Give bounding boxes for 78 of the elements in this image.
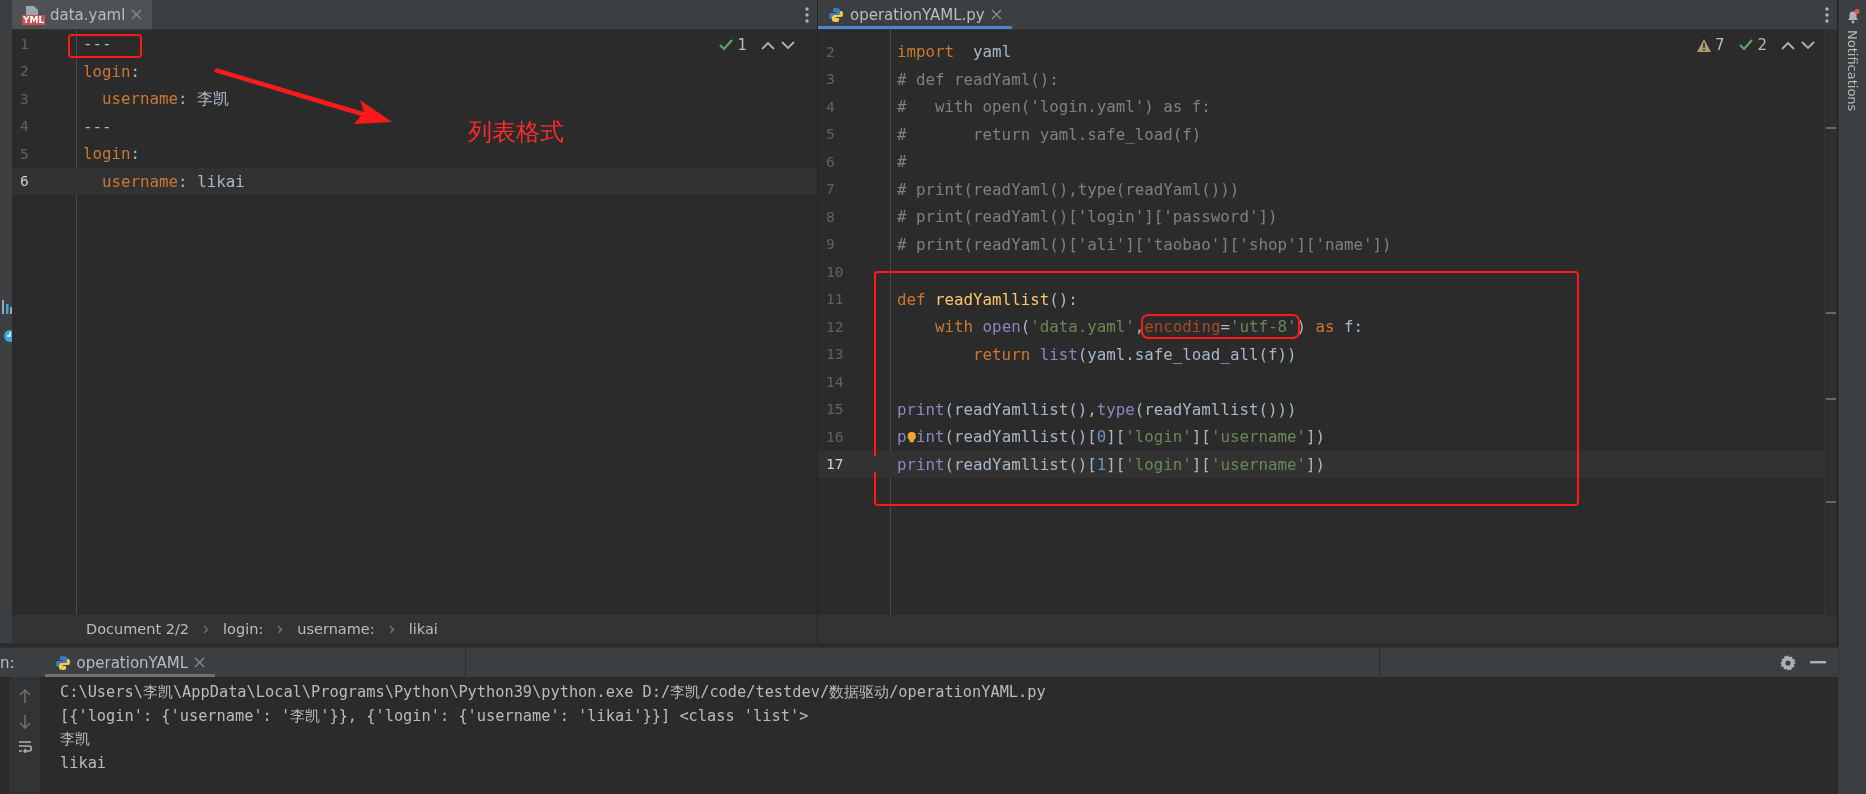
code-line: print(readYamllist(),type(readYamllist())) xyxy=(897,398,1297,421)
inspection-count[interactable]: 1 xyxy=(737,36,747,54)
line-number: 14 xyxy=(825,373,845,390)
up-arrow-icon[interactable] xyxy=(19,689,31,703)
code-line: # print(readYaml(),type(readYaml())) xyxy=(897,178,1240,201)
settings-icon[interactable] xyxy=(1780,654,1796,671)
check-icon xyxy=(1738,37,1755,53)
code-line: login: xyxy=(83,143,141,165)
code-line: with open('data.yaml',encoding='utf-8') as f: xyxy=(897,313,1364,341)
chevron-up-icon[interactable] xyxy=(761,40,775,50)
code-line: # xyxy=(897,151,907,173)
editor-tab[interactable]: YML data.yaml xyxy=(12,0,153,29)
notifications-label[interactable]: Notifications xyxy=(1845,30,1860,112)
chevron-down-icon[interactable] xyxy=(781,40,795,50)
chevron-right-icon xyxy=(277,624,284,634)
warning-icon xyxy=(1695,37,1712,53)
line-number: 2 xyxy=(19,63,30,80)
code-line: login: xyxy=(83,60,141,83)
line-number: 7 xyxy=(825,181,836,198)
breadcrumb-item[interactable]: likai xyxy=(408,621,438,637)
line-number: 4 xyxy=(19,118,30,135)
close-icon[interactable] xyxy=(990,9,1002,20)
line-number: 8 xyxy=(825,208,836,225)
chart-icon[interactable] xyxy=(2,300,12,314)
run-label: n: xyxy=(0,653,15,672)
check-icon xyxy=(718,37,735,53)
code-line: return list(yaml.safe_load_all(f)) xyxy=(972,343,1297,366)
console-line: 李凯 xyxy=(60,729,91,750)
line-number: 5 xyxy=(825,126,836,143)
inspection-count[interactable]: 2 xyxy=(1757,36,1767,54)
breadcrumb-item[interactable]: login: xyxy=(223,621,264,637)
code-line: username: 李凯 xyxy=(101,88,230,110)
run-tab[interactable]: operationYAML xyxy=(44,648,216,677)
line-number: 3 xyxy=(19,90,30,107)
python-file-icon xyxy=(828,6,844,23)
line-number: 10 xyxy=(825,263,845,280)
file-type-label: YML xyxy=(22,14,46,25)
line-number: 6 xyxy=(825,153,836,170)
line-number: 13 xyxy=(825,346,845,363)
console-line: likai xyxy=(60,752,108,774)
breadcrumb-item[interactable]: Document 2/2 xyxy=(86,621,190,637)
breadcrumb-item[interactable]: username: xyxy=(297,621,375,637)
line-number: 11 xyxy=(825,291,845,308)
chevron-right-icon xyxy=(388,624,395,634)
python-icon xyxy=(54,654,71,671)
chevron-up-icon[interactable] xyxy=(1781,40,1795,50)
code-line: # return yaml.safe_load(f) xyxy=(897,123,1202,146)
code-line: --- xyxy=(83,115,112,138)
line-number: 4 xyxy=(825,98,836,115)
more-icon[interactable] xyxy=(805,6,809,23)
scrollbar[interactable] xyxy=(1824,30,1837,615)
line-number: 3 xyxy=(825,71,836,88)
clock-icon[interactable] xyxy=(2,328,12,342)
console-line: [{'login': {'username': '李凯'}}, {'login': {'username': 'likai'}}] <class 'list'> xyxy=(60,705,810,727)
code-line: p int(readYamllist()[0]['login']['username']) xyxy=(897,426,1326,448)
line-number: 15 xyxy=(825,401,845,418)
code-line: # print(readYaml()['login']['password']) xyxy=(897,206,1278,228)
chevron-down-icon[interactable] xyxy=(1801,40,1815,50)
line-number: 9 xyxy=(825,236,836,253)
line-number: 5 xyxy=(19,145,30,162)
code-line: import yaml xyxy=(897,41,1012,63)
close-icon[interactable] xyxy=(194,657,206,668)
inspection-count[interactable]: 7 xyxy=(1714,36,1725,54)
chevron-right-icon xyxy=(203,624,210,634)
console-line: C:\Users\李凯\AppData\Local\Programs\Python\Python39\python.exe D:/李凯/code/testdev/数据驱动/operationYAML.py xyxy=(60,682,1046,703)
line-number: 12 xyxy=(825,318,845,335)
code-line: def readYamllist(): xyxy=(897,288,1078,311)
code-line: # with open('login.yaml') as f: xyxy=(897,96,1211,118)
code-line: # def readYaml(): xyxy=(897,68,1059,91)
more-icon[interactable] xyxy=(1825,6,1829,23)
down-arrow-icon[interactable] xyxy=(19,715,31,729)
code-line: # print(readYaml()['ali']['taobao']['shop']['name']) xyxy=(897,233,1392,256)
line-number: 1 xyxy=(19,35,30,52)
line-number: 16 xyxy=(825,428,845,445)
annotation-note: 列表格式 xyxy=(468,117,564,148)
soft-wrap-icon[interactable] xyxy=(18,741,32,753)
code-line: --- xyxy=(83,33,112,55)
line-number: 2 xyxy=(825,43,836,60)
